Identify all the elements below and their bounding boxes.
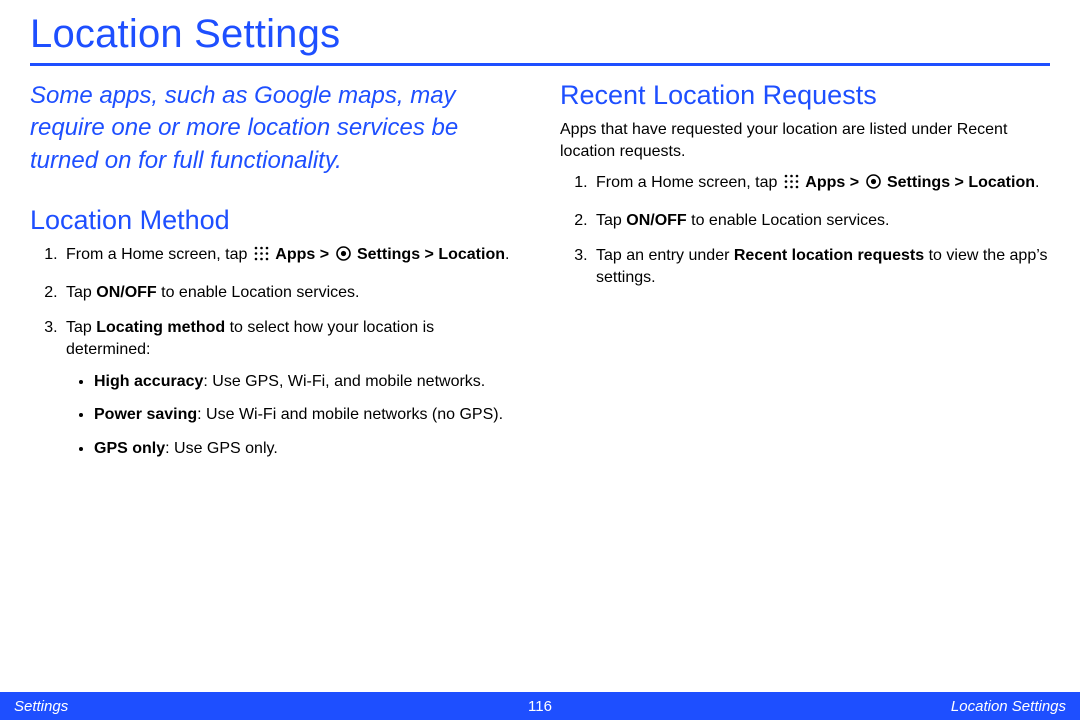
page-footer: Settings 116 Location Settings — [0, 692, 1080, 720]
location-method-heading: Location Method — [30, 205, 520, 236]
step-text: Tap — [66, 319, 96, 336]
list-item: GPS only: Use GPS only. — [94, 438, 520, 460]
location-method-steps: From a Home screen, tap Apps > Settings … — [30, 244, 520, 459]
location-method-options: High accuracy: Use GPS, Wi-Fi, and mobil… — [66, 371, 520, 460]
apps-grid-icon — [784, 174, 799, 196]
settings-gear-icon — [336, 246, 351, 268]
footer-left: Settings — [14, 698, 68, 715]
columns: Some apps, such as Google maps, may requ… — [30, 80, 1050, 473]
period: . — [505, 246, 509, 263]
option-label: Power saving — [94, 406, 197, 423]
settings-location-label: Settings > Location — [357, 246, 505, 263]
option-label: GPS only — [94, 440, 165, 457]
step-text: to enable Location services. — [157, 284, 360, 301]
list-item: Power saving: Use Wi-Fi and mobile netwo… — [94, 404, 520, 426]
page: Location Settings Some apps, such as Goo… — [0, 0, 1080, 720]
settings-gear-icon — [866, 174, 881, 196]
option-label: High accuracy — [94, 373, 203, 390]
left-column: Some apps, such as Google maps, may requ… — [30, 80, 520, 473]
footer-page-number: 116 — [528, 698, 552, 715]
recent-requests-steps: From a Home screen, tap Apps > Settings … — [560, 172, 1050, 288]
list-item: Tap Locating method to select how your l… — [62, 317, 520, 459]
page-title: Location Settings — [30, 12, 1050, 57]
onoff-label: ON/OFF — [626, 212, 686, 229]
step-text: Tap — [66, 284, 96, 301]
list-item: High accuracy: Use GPS, Wi-Fi, and mobil… — [94, 371, 520, 393]
recent-requests-heading: Recent Location Requests — [560, 80, 1050, 111]
recent-requests-label: Recent location requests — [734, 247, 924, 264]
intro-text: Some apps, such as Google maps, may requ… — [30, 80, 520, 177]
footer-right: Location Settings — [951, 698, 1066, 715]
apps-label: Apps > — [805, 174, 863, 191]
apps-grid-icon — [254, 246, 269, 268]
list-item: From a Home screen, tap Apps > Settings … — [592, 172, 1050, 196]
locating-method-label: Locating method — [96, 319, 225, 336]
settings-location-label: Settings > Location — [887, 174, 1035, 191]
list-item: Tap ON/OFF to enable Location services. — [592, 210, 1050, 232]
step-text: Tap — [596, 212, 626, 229]
step-text: From a Home screen, tap — [596, 174, 782, 191]
period: . — [1035, 174, 1039, 191]
option-desc: : Use GPS, Wi-Fi, and mobile networks. — [203, 373, 485, 390]
list-item: Tap ON/OFF to enable Location services. — [62, 282, 520, 304]
option-desc: : Use GPS only. — [165, 440, 278, 457]
list-item: From a Home screen, tap Apps > Settings … — [62, 244, 520, 268]
apps-label: Apps > — [275, 246, 333, 263]
onoff-label: ON/OFF — [96, 284, 156, 301]
option-desc: : Use Wi-Fi and mobile networks (no GPS)… — [197, 406, 503, 423]
title-rule — [30, 63, 1050, 66]
step-text: to enable Location services. — [687, 212, 890, 229]
right-column: Recent Location Requests Apps that have … — [560, 80, 1050, 473]
recent-requests-intro: Apps that have requested your location a… — [560, 119, 1050, 162]
step-text: Tap an entry under — [596, 247, 734, 264]
list-item: Tap an entry under Recent location reque… — [592, 245, 1050, 288]
step-text: From a Home screen, tap — [66, 246, 252, 263]
